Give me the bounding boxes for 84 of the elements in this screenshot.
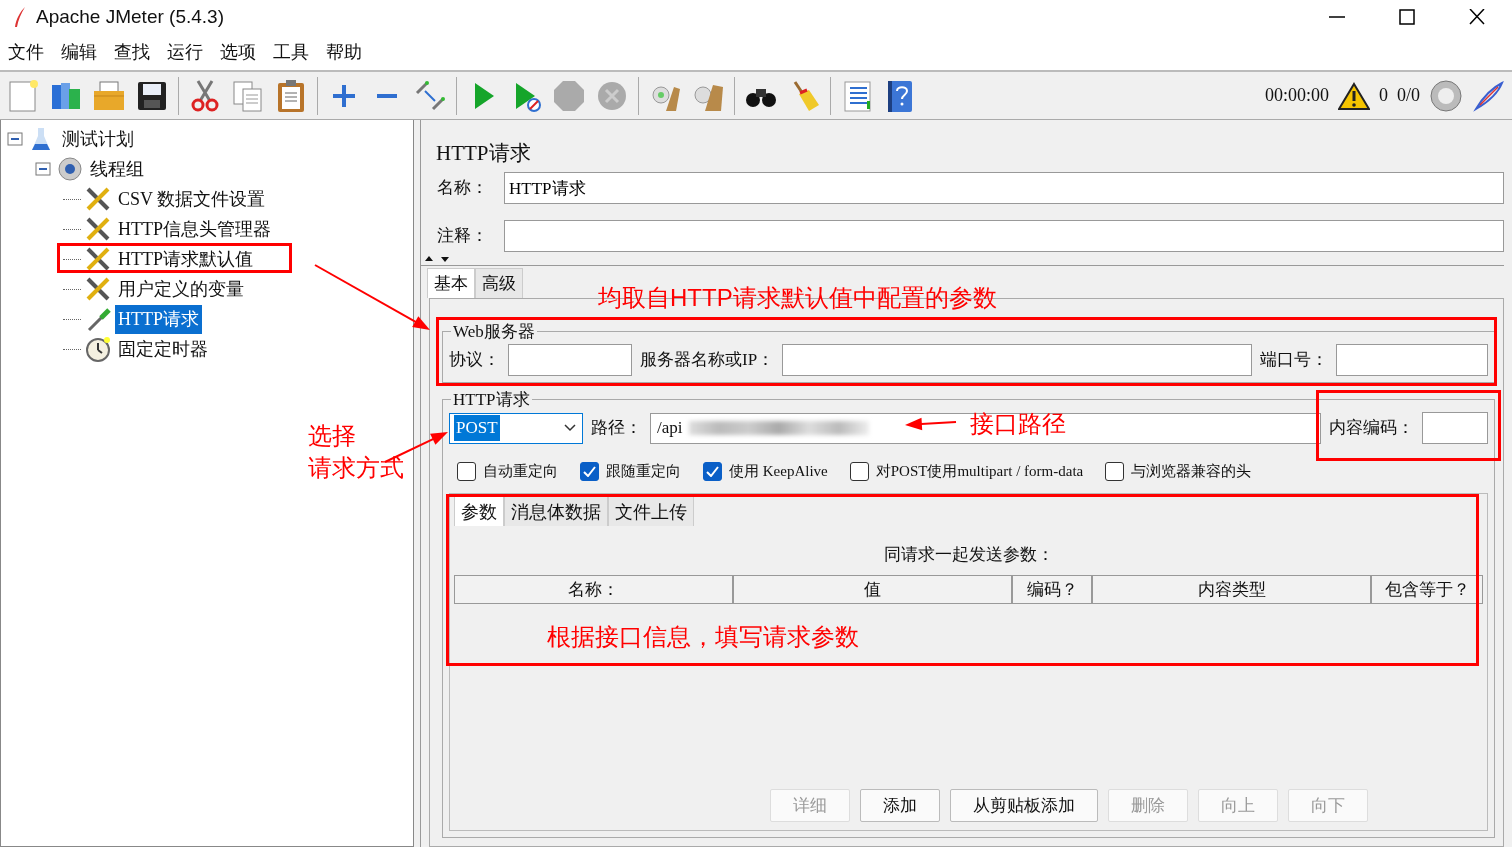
collapse-toggle-icon[interactable] bbox=[7, 130, 25, 148]
column-header: 值 bbox=[733, 575, 1012, 604]
action-button[interactable]: 添加 bbox=[859, 789, 940, 822]
menu-item[interactable]: 查找 bbox=[106, 38, 159, 66]
checkbox-label: 与浏览器兼容的头 bbox=[1131, 462, 1252, 481]
tree-item[interactable]: 线程组 bbox=[87, 154, 147, 184]
server-label: 服务器名称或IP： bbox=[640, 349, 775, 372]
checkbox-label: 跟随重定向 bbox=[606, 462, 681, 481]
protocol-field[interactable] bbox=[508, 344, 632, 376]
menu-item[interactable]: 编辑 bbox=[53, 38, 106, 66]
path-label: 路径： bbox=[591, 417, 642, 440]
stopwatch-icon bbox=[85, 336, 111, 362]
name-field[interactable]: HTTP请求 bbox=[504, 172, 1504, 204]
server-field[interactable] bbox=[782, 344, 1252, 376]
tree-item[interactable]: HTTP信息头管理器 bbox=[115, 214, 274, 244]
port-label: 端口号： bbox=[1260, 349, 1328, 372]
name-label: 名称： bbox=[437, 177, 488, 200]
column-header: 内容类型 bbox=[1092, 575, 1371, 604]
tree-item[interactable]: 固定定时器 bbox=[115, 334, 211, 364]
annotation-text: 均取自HTTP请求默认值中配置的参数 bbox=[598, 283, 997, 313]
annotation-text: 接口路径 bbox=[970, 409, 1066, 439]
feather-icon[interactable] bbox=[1472, 78, 1506, 113]
menu-item[interactable]: 选项 bbox=[212, 38, 265, 66]
tab[interactable]: 高级 bbox=[475, 267, 523, 298]
wrench-screwdriver-icon bbox=[85, 276, 111, 302]
tab[interactable]: 基本 bbox=[427, 267, 475, 298]
checkbox[interactable] bbox=[1105, 461, 1125, 481]
table-caption: 同请求一起发送参数： bbox=[882, 543, 1055, 566]
elapsed-time: 00:00:00 bbox=[1264, 84, 1329, 107]
chevron-down-icon bbox=[564, 424, 576, 432]
section-title: Web服务器 bbox=[452, 323, 536, 340]
gear-icon bbox=[57, 156, 83, 182]
encoding-field[interactable] bbox=[1422, 412, 1488, 444]
warning-icon bbox=[1338, 81, 1370, 110]
annotation-text: 根据接口信息，填写请求参数 bbox=[547, 622, 859, 652]
pipettes-icon[interactable] bbox=[413, 78, 447, 113]
maximize-icon[interactable] bbox=[1397, 9, 1417, 25]
port-field[interactable] bbox=[1336, 344, 1488, 376]
protocol-label: 协议： bbox=[449, 349, 500, 372]
menu-item[interactable]: 工具 bbox=[265, 38, 318, 66]
menu-item[interactable]: 运行 bbox=[159, 38, 212, 66]
check-icon bbox=[706, 465, 719, 477]
menu-item[interactable]: 文件 bbox=[0, 38, 53, 66]
column-header: 包含等于？ bbox=[1371, 575, 1483, 604]
tree-item[interactable]: 测试计划 bbox=[59, 124, 137, 154]
wrench-screwdriver-icon bbox=[85, 246, 111, 272]
checkbox-label: 对POST使用multipart / form-data bbox=[875, 462, 1084, 481]
checkbox[interactable] bbox=[457, 461, 476, 481]
tree-item[interactable]: HTTP请求 bbox=[115, 304, 202, 334]
wrench-screwdriver-icon bbox=[85, 186, 111, 212]
annotation-text: 请求方式 bbox=[308, 453, 404, 483]
method-dropdown[interactable]: POST bbox=[449, 412, 583, 444]
tree-item[interactable]: CSV 数据文件设置 bbox=[115, 184, 269, 214]
collapse-toggle-icon[interactable] bbox=[35, 160, 53, 178]
checkbox[interactable] bbox=[849, 461, 869, 481]
action-button[interactable]: 从剪贴板添加 bbox=[949, 789, 1098, 822]
menu-item[interactable]: 帮助 bbox=[318, 38, 371, 66]
checkbox[interactable] bbox=[580, 461, 599, 481]
annotation-arrow bbox=[905, 417, 957, 431]
column-header: 编码？ bbox=[1012, 575, 1092, 604]
tree-item[interactable]: 用户定义的变量 bbox=[115, 274, 247, 304]
tree-item[interactable]: HTTP请求默认值 bbox=[115, 244, 256, 274]
comment-field[interactable] bbox=[504, 220, 1504, 252]
section-title: HTTP请求 bbox=[452, 391, 531, 408]
checkbox[interactable] bbox=[703, 461, 722, 481]
check-icon bbox=[583, 465, 596, 477]
tab[interactable]: 参数 bbox=[454, 495, 504, 526]
tab[interactable]: 文件上传 bbox=[608, 495, 694, 526]
thread-count: 0/0 bbox=[1397, 84, 1420, 107]
wrench-screwdriver-icon bbox=[85, 216, 111, 242]
open-folder-icon[interactable] bbox=[92, 78, 126, 113]
checkbox-label: 自动重定向 bbox=[483, 462, 558, 481]
comment-label: 注释： bbox=[437, 225, 488, 248]
encoding-label: 内容编码： bbox=[1329, 417, 1414, 440]
panel-title: HTTP请求 bbox=[435, 140, 532, 167]
pipette-icon bbox=[85, 306, 111, 332]
column-header: 名称： bbox=[454, 575, 733, 604]
annotation-text: 选择 bbox=[308, 421, 356, 451]
checkbox-label: 使用 KeepAlive bbox=[729, 462, 828, 481]
warning-count: 0 bbox=[1379, 84, 1388, 107]
window-title: Apache JMeter (5.4.3) bbox=[36, 4, 224, 29]
tab[interactable]: 消息体数据 bbox=[504, 495, 608, 526]
close-icon[interactable] bbox=[1467, 9, 1487, 25]
remote-icon[interactable] bbox=[1429, 78, 1463, 113]
